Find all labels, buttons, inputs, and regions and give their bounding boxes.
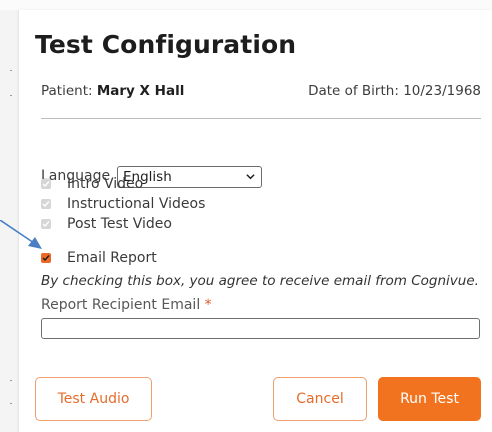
backdrop-tick <box>10 380 12 381</box>
test-audio-button[interactable]: Test Audio <box>35 377 152 421</box>
email-report-label: Email Report <box>67 250 157 266</box>
chevron-down-icon <box>246 174 255 180</box>
report-recipient-email-input[interactable] <box>41 318 480 339</box>
field-label-text: Report Recipient Email <box>41 297 201 313</box>
dob-value: 10/23/1968 <box>403 83 481 99</box>
post-test-video-label: Post Test Video <box>67 216 172 232</box>
check-icon <box>42 201 50 208</box>
test-configuration-dialog: Test Configuration Patient: Mary X Hall … <box>19 10 492 432</box>
backdrop-top <box>0 0 492 10</box>
report-recipient-email-label: Report Recipient Email * <box>41 297 212 313</box>
intro-video-checkbox[interactable] <box>41 179 51 189</box>
backdrop-tick <box>10 95 12 96</box>
dob-label: Date of Birth: <box>308 83 399 99</box>
date-of-birth: Date of Birth: 10/23/1968 <box>308 83 481 99</box>
backdrop-tick <box>10 70 12 71</box>
email-consent-text: By checking this box, you agree to recei… <box>41 273 479 289</box>
cancel-button[interactable]: Cancel <box>273 377 367 421</box>
instructional-videos-label: Instructional Videos <box>67 196 206 212</box>
check-icon <box>42 181 50 188</box>
run-test-button[interactable]: Run Test <box>378 377 481 421</box>
backdrop-left <box>0 0 20 432</box>
backdrop-tick <box>10 403 12 404</box>
patient-label: Patient: <box>41 83 93 99</box>
intro-video-label: Intro Video <box>67 176 144 192</box>
instructional-videos-checkbox[interactable] <box>41 199 51 209</box>
annotation-arrow-icon <box>0 220 42 249</box>
patient-name: Mary X Hall <box>96 83 185 99</box>
required-marker: * <box>204 297 212 313</box>
patient-info-row: Patient: Mary X Hall Date of Birth: 10/2… <box>41 83 481 103</box>
divider <box>41 118 481 119</box>
dialog-title: Test Configuration <box>35 30 297 59</box>
